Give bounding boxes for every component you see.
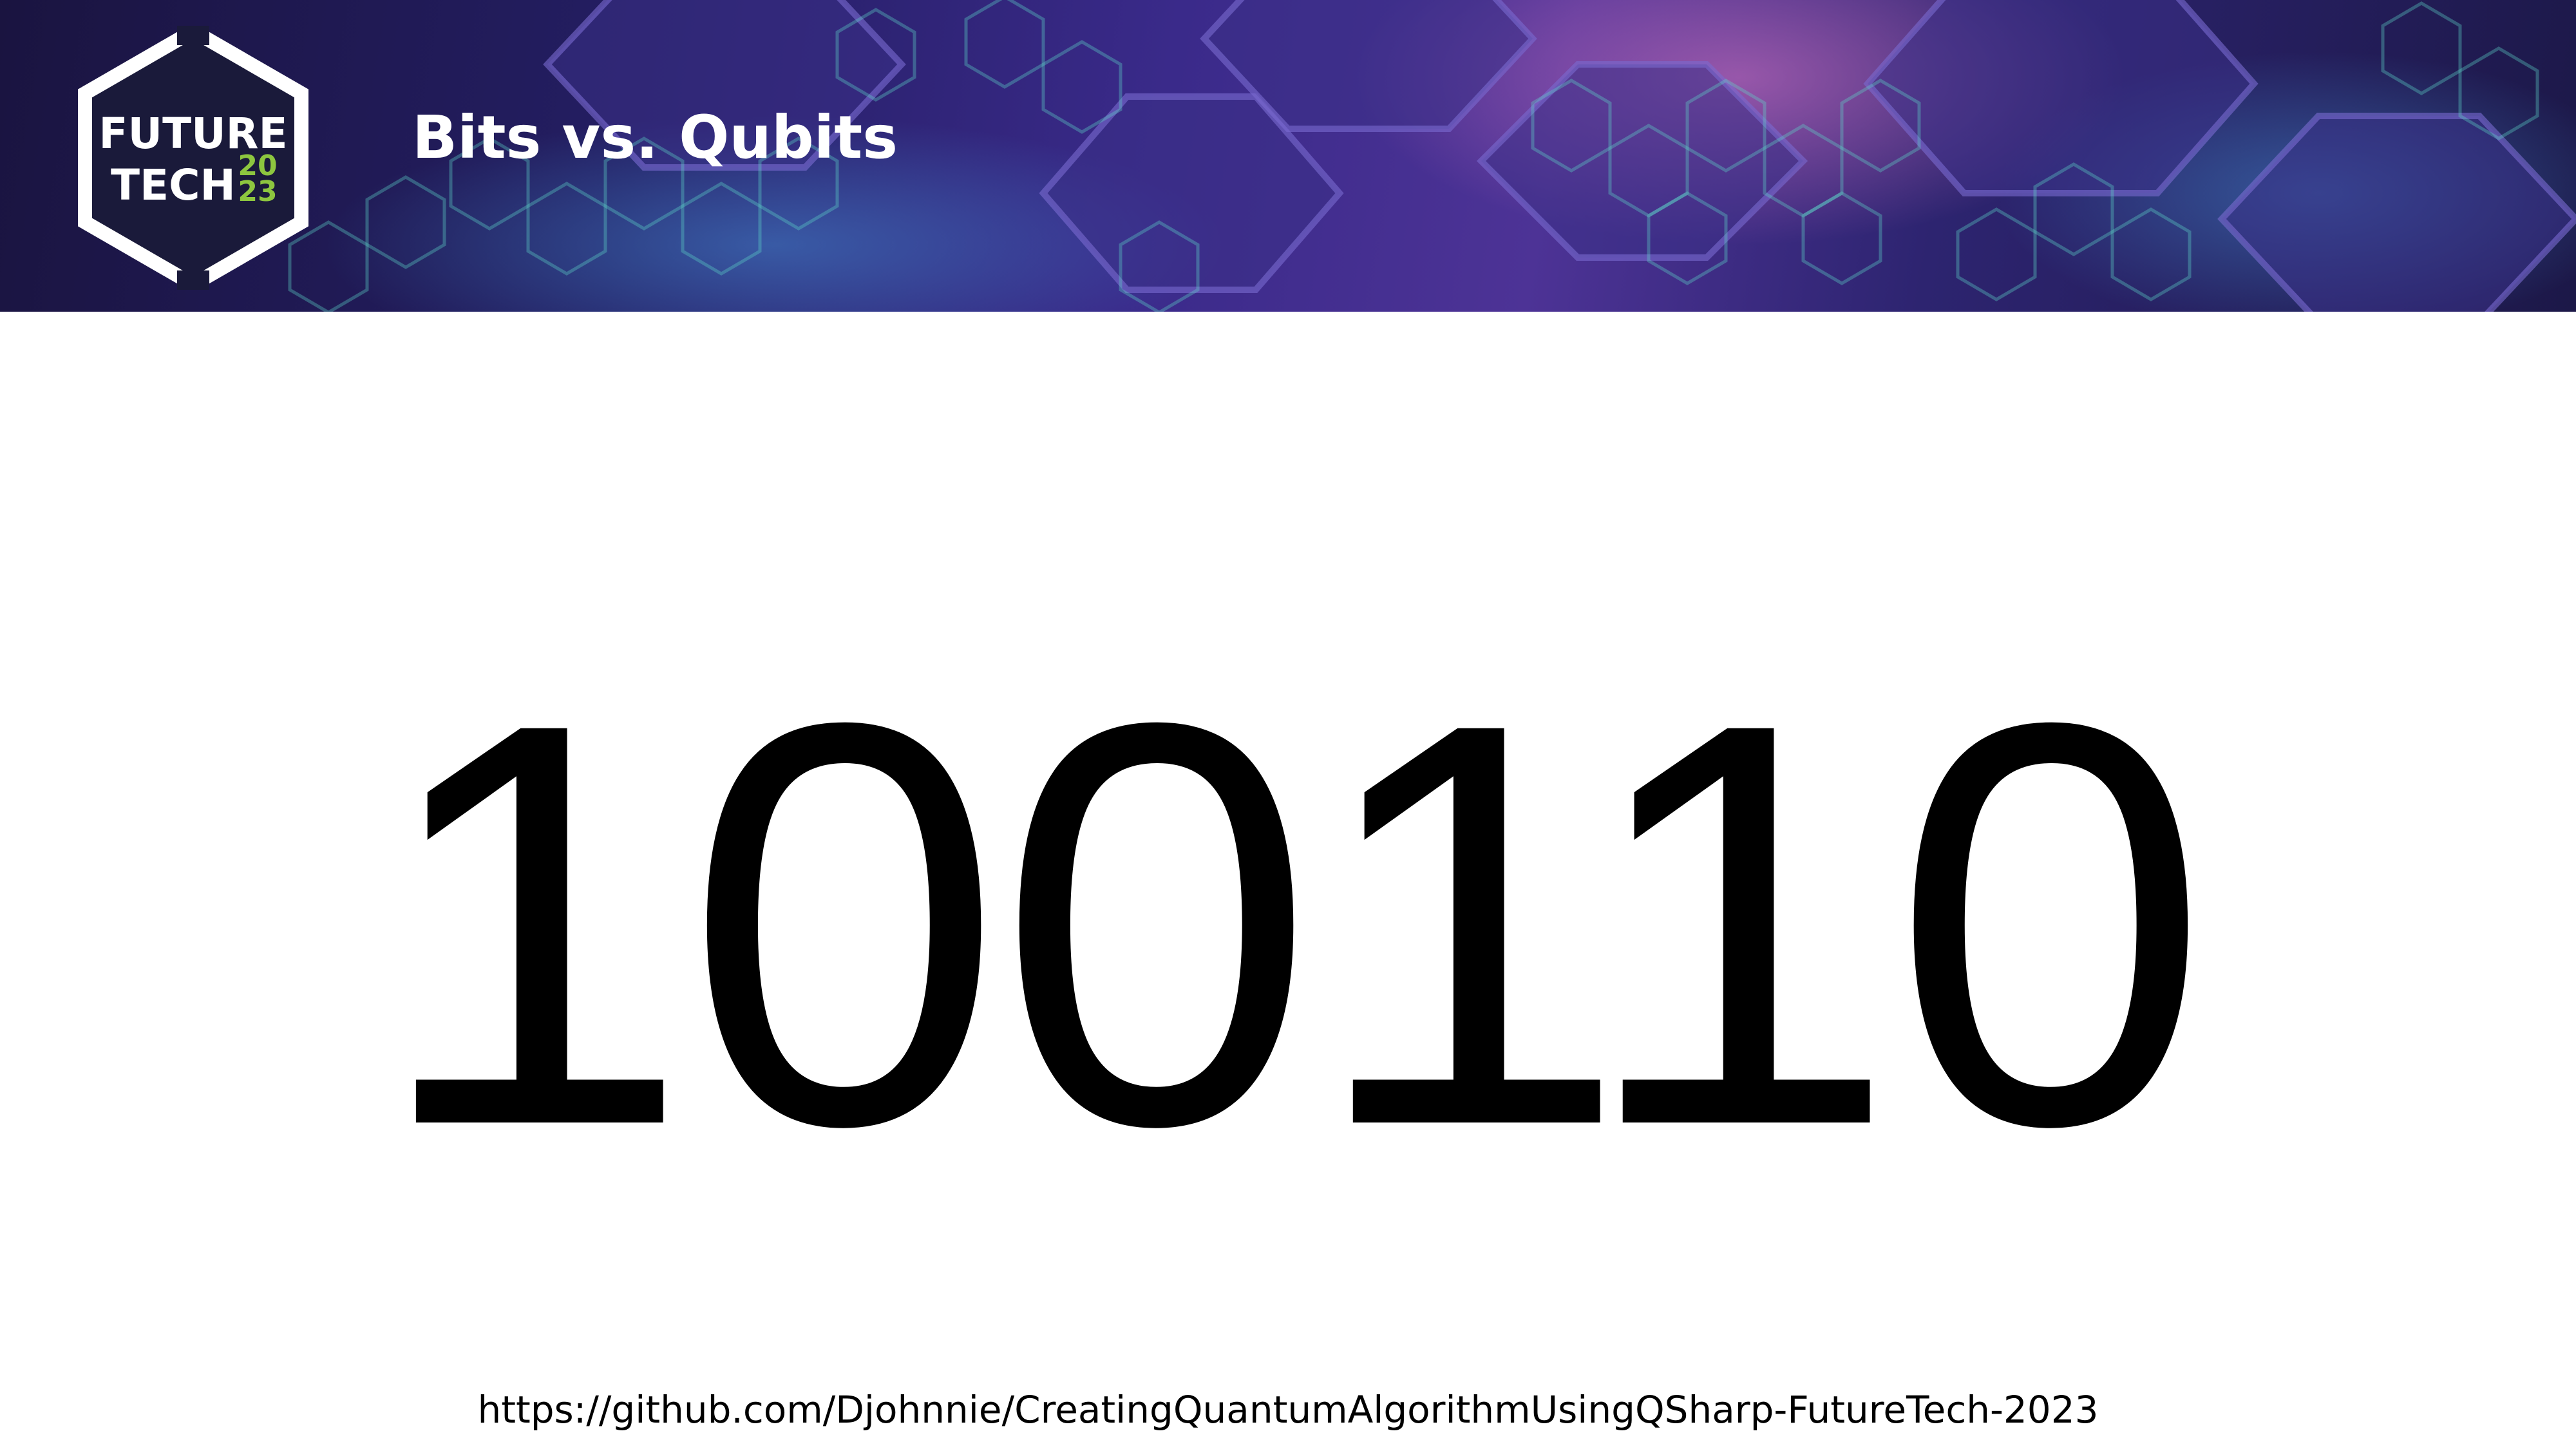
logo-year-bottom: 23: [238, 175, 277, 208]
slide-title: Bits vs. Qubits: [412, 103, 898, 172]
futuretech-logo: FUTURE TECH 20 23: [77, 23, 309, 293]
slide: FUTURE TECH 20 23 Bits vs. Qubits 100110…: [0, 0, 2576, 1449]
hexagon-pattern-background: [288, 0, 2576, 312]
logo-line-tech: TECH: [111, 160, 236, 210]
github-url[interactable]: https://github.com/Djohnnie/CreatingQuan…: [0, 1391, 2576, 1428]
binary-number: 100110: [372, 603, 2210, 1244]
header-banner: FUTURE TECH 20 23 Bits vs. Qubits: [0, 0, 2576, 312]
